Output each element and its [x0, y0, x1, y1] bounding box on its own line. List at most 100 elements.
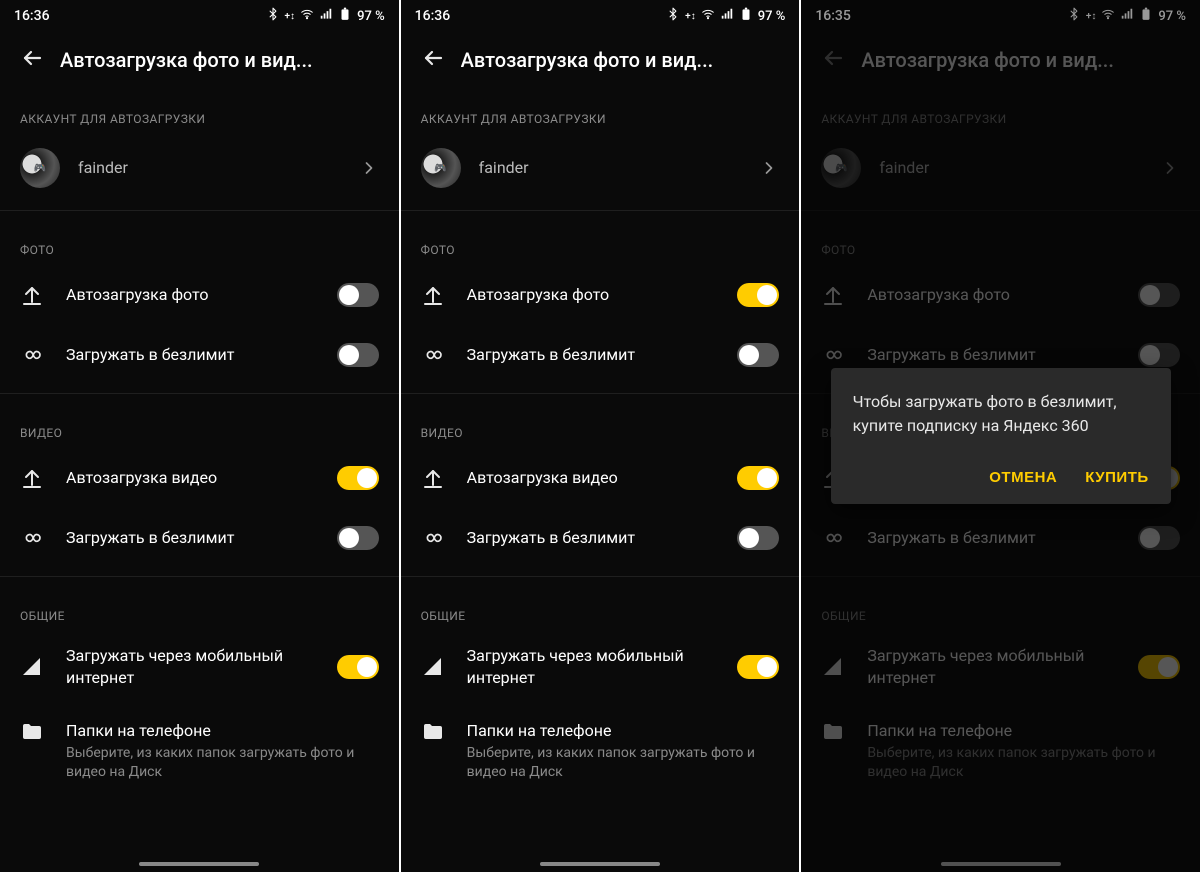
video-unlimited-row[interactable]: Загружать в безлимит	[401, 508, 800, 568]
photo-autoupload-switch[interactable]	[737, 283, 779, 307]
chevron-right-icon	[359, 158, 379, 178]
arrow-icon: +↕	[685, 11, 696, 22]
account-row[interactable]: 🎮 fainder	[401, 134, 800, 202]
upload-icon	[421, 283, 445, 307]
account-name: fainder	[479, 157, 760, 179]
status-bar: 16:36+↕97 %	[0, 0, 399, 32]
folders-sublabel: Выберите, из каких папок загружать фото …	[467, 744, 780, 782]
upload-icon	[20, 466, 44, 490]
back-button[interactable]	[8, 36, 56, 84]
status-indicators: +↕ 97 %	[666, 7, 785, 25]
photo-unlimited-row[interactable]: Загружать в безлимит	[0, 325, 399, 385]
mobile-data-label: Загружать через мобильный интернет	[467, 645, 738, 688]
back-arrow-icon	[20, 46, 44, 74]
folders-sublabel: Выберите, из каких папок загружать фото …	[66, 744, 379, 782]
bluetooth-icon	[266, 7, 280, 25]
section-header-video: ВИДЕО	[401, 402, 800, 448]
infinity-icon	[20, 526, 44, 550]
cell-icon	[319, 7, 333, 25]
section-header-video: ВИДЕО	[0, 402, 399, 448]
infinity-icon	[20, 343, 44, 367]
photo-unlimited-switch[interactable]	[737, 343, 779, 367]
avatar: 🎮	[421, 148, 461, 188]
status-bar: 16:36 +↕ 97 %	[401, 0, 800, 32]
section-header-photo: ФОТО	[401, 219, 800, 265]
back-arrow-icon	[421, 46, 445, 74]
back-button[interactable]	[409, 36, 457, 84]
mobile-data-label: Загружать через мобильный интернет	[66, 645, 337, 688]
account-name: fainder	[78, 157, 359, 179]
wifi-icon	[701, 7, 715, 25]
folders-label: Папки на телефоне	[467, 720, 780, 742]
infinity-icon	[421, 526, 445, 550]
status-indicators: +↕97 %	[266, 7, 385, 25]
folders-row[interactable]: Папки на телефонеВыберите, из каких папо…	[401, 702, 800, 795]
nav-handle[interactable]	[540, 862, 660, 866]
photo-unlimited-row[interactable]: Загружать в безлимит	[401, 325, 800, 385]
page-title: Автозагрузка фото и вид...	[60, 48, 391, 72]
mobile-data-switch[interactable]	[337, 655, 379, 679]
video-unlimited-label: Загружать в безлимит	[66, 527, 337, 549]
settings-content: АККАУНТ ДЛЯ АВТОЗАГРУЗКИ 🎮 fainder ФОТО Авто…	[401, 88, 800, 872]
battery-icon	[338, 7, 352, 25]
video-autoupload-label: Автозагрузка видео	[467, 467, 738, 489]
app-bar: Автозагрузка фото и вид...	[0, 32, 399, 88]
signal-icon	[20, 655, 44, 679]
app-bar: Автозагрузка фото и вид...	[401, 32, 800, 88]
video-unlimited-switch[interactable]	[737, 526, 779, 550]
mobile-data-switch[interactable]	[737, 655, 779, 679]
battery-icon	[739, 7, 753, 25]
section-header-general: ОБЩИЕ	[0, 585, 399, 631]
status-time: 16:36	[415, 8, 451, 24]
upload-icon	[421, 466, 445, 490]
page-title: Автозагрузка фото и вид...	[461, 48, 792, 72]
video-unlimited-row[interactable]: Загружать в безлимит	[0, 508, 399, 568]
wifi-icon	[300, 7, 314, 25]
dialog-cancel-button[interactable]: ОТМЕНА	[989, 469, 1057, 486]
signal-icon	[421, 655, 445, 679]
photo-autoupload-label: Автозагрузка фото	[66, 284, 337, 306]
cell-icon	[720, 7, 734, 25]
section-header-account: АККАУНТ ДЛЯ АВТОЗАГРУЗКИ	[401, 88, 800, 134]
photo-autoupload-row[interactable]: Автозагрузка фото	[401, 265, 800, 325]
video-unlimited-label: Загружать в безлимит	[467, 527, 738, 549]
video-autoupload-switch[interactable]	[737, 466, 779, 490]
video-autoupload-row[interactable]: Автозагрузка видео	[0, 448, 399, 508]
photo-unlimited-label: Загружать в безлимит	[66, 344, 337, 366]
photo-unlimited-label: Загружать в безлимит	[467, 344, 738, 366]
section-header-general: ОБЩИЕ	[401, 585, 800, 631]
screen-2: 16:36 +↕ 97 % Автозагрузка фото и вид... АКК…	[401, 0, 800, 872]
settings-content: АККАУНТ ДЛЯ АВТОЗАГРУЗКИ 🎮 fainder ФОТО Авто…	[0, 88, 399, 872]
dialog-buy-button[interactable]: КУПИТЬ	[1085, 469, 1148, 486]
folder-icon	[421, 720, 445, 744]
infinity-icon	[421, 343, 445, 367]
screen-1: 16:36+↕97 % Автозагрузка фото и вид... АКК…	[0, 0, 399, 872]
bluetooth-icon	[666, 7, 680, 25]
folders-row[interactable]: Папки на телефонеВыберите, из каких папо…	[0, 702, 399, 795]
mobile-data-row[interactable]: Загружать через мобильный интернет	[401, 631, 800, 702]
dialog-backdrop[interactable]: Чтобы загружать фото в безлимит, купите …	[801, 0, 1200, 872]
dialog-message: Чтобы загружать фото в безлимит, купите …	[853, 390, 1149, 436]
mobile-data-row[interactable]: Загружать через мобильный интернет	[0, 631, 399, 702]
video-autoupload-label: Автозагрузка видео	[66, 467, 337, 489]
video-unlimited-switch[interactable]	[337, 526, 379, 550]
chevron-right-icon	[759, 158, 779, 178]
video-autoupload-switch[interactable]	[337, 466, 379, 490]
nav-handle[interactable]	[139, 862, 259, 866]
purchase-dialog: Чтобы загружать фото в безлимит, купите …	[831, 368, 1171, 503]
battery-percent: 97 %	[758, 9, 786, 24]
video-autoupload-row[interactable]: Автозагрузка видео	[401, 448, 800, 508]
photo-unlimited-switch[interactable]	[337, 343, 379, 367]
section-header-account: АККАУНТ ДЛЯ АВТОЗАГРУЗКИ	[0, 88, 399, 134]
avatar: 🎮	[20, 148, 60, 188]
folder-icon	[20, 720, 44, 744]
screen-3: 16:35+↕97 %Автозагрузка фото и вид...АКК…	[801, 0, 1200, 872]
photo-autoupload-switch[interactable]	[337, 283, 379, 307]
section-header-photo: ФОТО	[0, 219, 399, 265]
battery-percent: 97 %	[357, 9, 385, 24]
folders-label: Папки на телефоне	[66, 720, 379, 742]
photo-autoupload-row[interactable]: Автозагрузка фото	[0, 265, 399, 325]
upload-icon	[20, 283, 44, 307]
photo-autoupload-label: Автозагрузка фото	[467, 284, 738, 306]
account-row[interactable]: 🎮 fainder	[0, 134, 399, 202]
